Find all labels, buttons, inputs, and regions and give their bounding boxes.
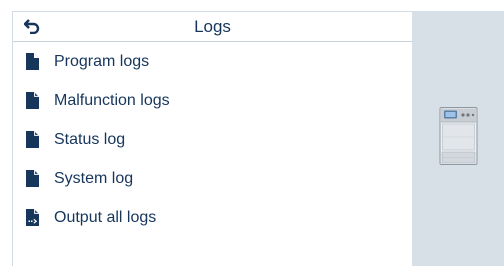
menu-item-label: Output all logs	[54, 208, 157, 226]
menu-item-output-all-logs[interactable]: Output all logs	[13, 198, 412, 237]
dishwasher-machine-icon	[439, 107, 478, 165]
document-icon	[25, 170, 40, 188]
document-icon	[25, 53, 40, 71]
menu-item-label: System log	[54, 169, 134, 187]
document-output-icon	[25, 209, 40, 227]
menu-item-program-logs[interactable]: Program logs	[13, 42, 412, 81]
menu-item-label: Status log	[54, 130, 126, 148]
logs-screen: Logs Program logs Malfunction logs Statu…	[0, 0, 504, 266]
document-icon	[25, 131, 40, 149]
header-bar: Logs	[13, 12, 412, 42]
main-panel: Logs Program logs Malfunction logs Statu…	[12, 11, 412, 266]
menu-item-label: Malfunction logs	[54, 91, 170, 109]
page-title: Logs	[194, 17, 231, 36]
document-icon	[25, 92, 40, 110]
menu-item-malfunction-logs[interactable]: Malfunction logs	[13, 81, 412, 120]
menu-item-system-log[interactable]: System log	[13, 159, 412, 198]
menu-item-status-log[interactable]: Status log	[13, 120, 412, 159]
side-panel	[412, 11, 504, 266]
menu-item-label: Program logs	[54, 52, 150, 70]
log-menu-list: Program logs Malfunction logs Status log…	[13, 42, 412, 237]
